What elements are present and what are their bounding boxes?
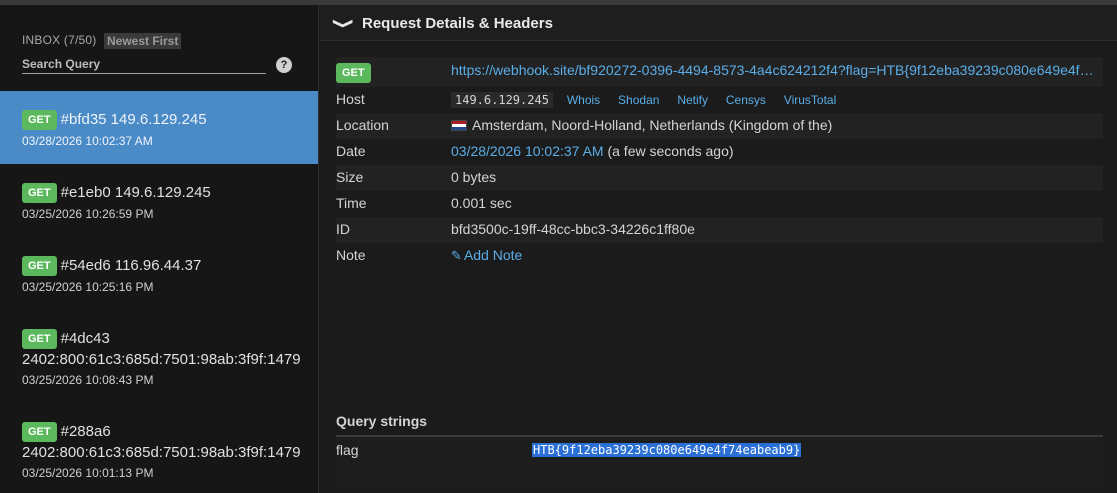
whois-link[interactable]: Whois — [567, 93, 600, 107]
id-row: ID bfd3500c-19ff-48cc-bbc3-34226c1ff80e — [336, 217, 1103, 243]
list-item[interactable]: GET #e1eb0 149.6.129.245 03/25/2026 10:26… — [0, 164, 318, 237]
url-row: GET https://webhook.site/bf920272-0396-4… — [336, 57, 1103, 87]
query-strings-title: Query strings — [336, 413, 428, 429]
request-title: #bfd35 149.6.129.245 — [60, 111, 207, 128]
list-item[interactable]: GET #bfd35 149.6.129.245 03/28/2026 10:02… — [0, 91, 318, 164]
pencil-icon[interactable]: ✎ — [451, 248, 462, 263]
panel-header[interactable]: ❯ Request Details & Headers — [320, 5, 1117, 41]
request-title: #e1eb0 149.6.129.245 — [60, 184, 211, 201]
location-row: Location Amsterdam, Noord-Holland, Nethe… — [336, 113, 1103, 139]
location-value: Amsterdam, Noord-Holland, Netherlands (K… — [472, 117, 833, 133]
note-row: Note ✎ Add Note — [336, 243, 1103, 269]
sort-newest-button[interactable]: Newest First — [104, 33, 182, 49]
date-link[interactable]: 03/28/2026 10:02:37 AM — [451, 143, 604, 159]
method-badge: GET — [22, 329, 57, 349]
request-list: GET #bfd35 149.6.129.245 03/28/2026 10:02… — [0, 91, 318, 493]
id-value: bfd3500c-19ff-48cc-bbc3-34226c1ff80e — [451, 221, 695, 237]
date-label: Date — [336, 143, 366, 159]
request-date: 03/25/2026 10:25:16 PM — [22, 280, 154, 294]
inbox-count: INBOX (7/50) — [22, 33, 97, 47]
list-item[interactable]: GET #288a6 2402:800:61c3:685d:7501:98ab:3… — [0, 403, 318, 493]
date-row: Date 03/28/2026 10:02:37 AM (a few secon… — [336, 139, 1103, 165]
location-label: Location — [336, 117, 389, 133]
size-value: 0 bytes — [451, 169, 497, 185]
method-badge: GET — [22, 183, 57, 203]
request-details: GET https://webhook.site/bf920272-0396-4… — [336, 57, 1103, 269]
shodan-link[interactable]: Shodan — [618, 93, 659, 107]
censys-link[interactable]: Censys — [726, 93, 766, 107]
query-string-row: flag HTB{9f12eba39239c080e649e4f74eabeab… — [336, 437, 1103, 487]
method-badge: GET — [22, 110, 57, 130]
list-item[interactable]: GET #54ed6 116.96.44.37 03/25/2026 10:25:… — [0, 237, 318, 310]
netify-link[interactable]: Netify — [677, 93, 708, 107]
request-url-link[interactable]: https://webhook.site/bf920272-0396-4494-… — [451, 62, 1101, 78]
add-note-link[interactable]: Add Note — [464, 247, 522, 263]
time-label: Time — [336, 195, 367, 211]
request-date: 03/25/2026 10:08:43 PM — [22, 373, 154, 387]
method-badge: GET — [336, 63, 371, 83]
time-value: 0.001 sec — [451, 195, 512, 211]
help-icon[interactable]: ? — [276, 57, 292, 73]
size-row: Size 0 bytes — [336, 165, 1103, 191]
main-panel: ❯ Request Details & Headers GET https://… — [320, 5, 1117, 493]
request-title: #288a6 — [60, 423, 111, 440]
query-value[interactable]: HTB{9f12eba39239c080e649e4f74eabeab9} — [532, 443, 802, 457]
request-title: #54ed6 116.96.44.37 — [60, 257, 202, 274]
method-badge: GET — [22, 256, 57, 276]
chevron-down-icon[interactable]: ❯ — [333, 15, 355, 32]
request-address: 2402:800:61c3:685d:7501:98ab:3f9f:1479 — [22, 444, 301, 461]
list-item[interactable]: GET #4dc43 2402:800:61c3:685d:7501:98ab:3… — [0, 310, 318, 403]
sidebar: INBOX (7/50) Newest First ? GET#bfd35 14… — [0, 5, 319, 493]
query-key: flag — [336, 442, 359, 458]
host-row: Host 149.6.129.245 Whois Shodan Netify C… — [336, 87, 1103, 113]
host-ip: 149.6.129.245 — [451, 92, 553, 108]
netherlands-flag-icon — [451, 120, 467, 131]
search-input[interactable] — [22, 54, 266, 74]
request-date: 03/28/2026 10:02:37 AM — [22, 134, 153, 148]
panel-title: Request Details & Headers — [362, 15, 553, 32]
date-relative: (a few seconds ago) — [607, 143, 734, 159]
note-label: Note — [336, 247, 366, 263]
request-date: 03/25/2026 10:26:59 PM — [22, 207, 154, 221]
request-address: 2402:800:61c3:685d:7501:98ab:3f9f:1479 — [22, 351, 301, 368]
request-title: #4dc43 — [60, 330, 110, 347]
time-row: Time 0.001 sec — [336, 191, 1103, 217]
sidebar-header: INBOX (7/50) Newest First ? — [0, 5, 318, 81]
id-label: ID — [336, 221, 350, 237]
size-label: Size — [336, 169, 364, 185]
method-badge: GET — [22, 422, 57, 442]
host-label: Host — [336, 91, 365, 107]
virustotal-link[interactable]: VirusTotal — [784, 93, 836, 107]
request-date: 03/25/2026 10:01:13 PM — [22, 466, 154, 480]
